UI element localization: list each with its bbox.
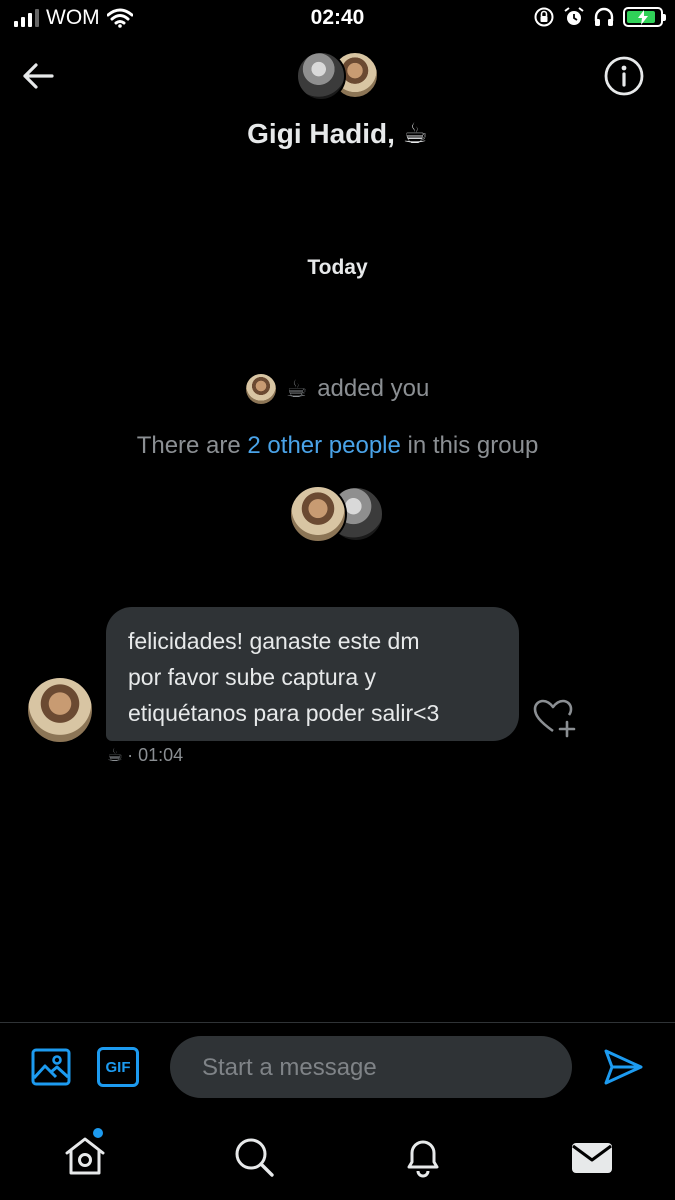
message-composer[interactable]: [170, 1036, 572, 1100]
home-new-badge: [93, 1128, 103, 1138]
nav-messages[interactable]: [568, 1133, 616, 1181]
status-bar: WOM 02:40: [0, 0, 675, 38]
arrow-left-icon: [23, 63, 54, 89]
composer-divider: [0, 1022, 675, 1023]
added-you-notice: ☕ added you: [0, 374, 675, 404]
home-icon: [65, 1137, 105, 1175]
add-photo-button[interactable]: [29, 1046, 73, 1088]
member-avatar-other[interactable]: [289, 485, 347, 543]
group-info-prefix: There are: [136, 432, 248, 459]
nav-search[interactable]: [230, 1133, 278, 1181]
messages-icon: [572, 1143, 612, 1173]
other-people-link[interactable]: 2 other people: [247, 432, 400, 459]
message-time: · 01:04: [127, 745, 184, 765]
nav-home[interactable]: [61, 1133, 109, 1181]
send-button[interactable]: [600, 1046, 646, 1088]
orientation-lock-icon: [534, 7, 554, 27]
group-avatar-primary: [296, 51, 346, 101]
notifications-icon: [407, 1140, 439, 1178]
heart-plus-icon: [533, 699, 576, 738]
group-info-suffix: in this group: [400, 432, 539, 459]
day-separator: Today: [307, 256, 368, 279]
conversation-title[interactable]: Gigi Hadid, ☕: [0, 117, 675, 150]
info-icon: [604, 56, 644, 96]
alarm-icon: [564, 7, 584, 25]
sender-avatar[interactable]: [28, 678, 92, 742]
message-meta: ☕ · 01:04: [107, 745, 183, 766]
nav-notifications[interactable]: [399, 1133, 447, 1181]
added-you-text: added you: [317, 375, 430, 402]
message-sender: ☕: [107, 745, 124, 765]
group-member-info: There are 2 other people in this group: [0, 432, 675, 460]
message-bubble[interactable]: felicidades! ganaste este dm por favor s…: [106, 607, 519, 741]
adder-avatar: [245, 374, 276, 404]
gif-button[interactable]: GIF: [97, 1047, 139, 1087]
status-icons: [533, 6, 666, 28]
search-icon: [235, 1138, 274, 1177]
message-input[interactable]: [200, 1036, 554, 1100]
battery-icon: [623, 7, 666, 27]
send-icon: [604, 1049, 643, 1085]
like-message-button[interactable]: [533, 698, 579, 740]
back-button[interactable]: [18, 58, 58, 94]
headphones-icon: [594, 7, 614, 26]
image-icon: [31, 1048, 71, 1086]
adder-name: ☕: [285, 375, 308, 403]
conversation-info-button[interactable]: [603, 55, 645, 97]
